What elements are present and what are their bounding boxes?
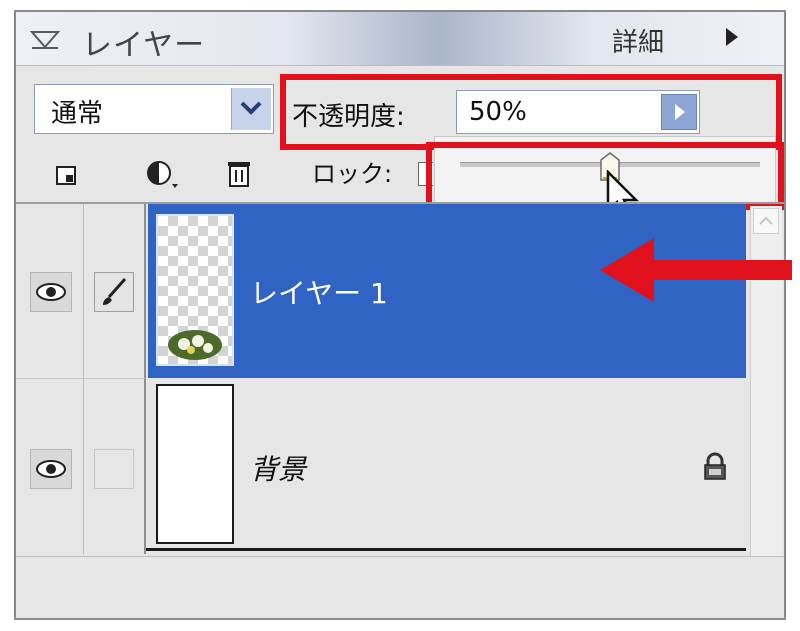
trash-icon[interactable] [226, 158, 252, 188]
new-layer-icon[interactable] [54, 162, 80, 188]
layer-edit-toggle[interactable] [94, 272, 134, 312]
panel-title: レイヤー [82, 28, 206, 63]
layer-row[interactable]: 背景 [16, 378, 746, 554]
slider-highlight-box [426, 142, 784, 210]
eye-icon [36, 460, 66, 478]
red-arrow-annotation [600, 238, 792, 302]
chevron-up-icon [759, 216, 773, 225]
layers-panel: レイヤー 詳細 通常 不透明度: 50% ロック: レイヤー 1 背景 [14, 10, 792, 620]
visibility-toggle[interactable] [30, 272, 72, 312]
panel-status-bar [16, 556, 784, 617]
blend-dropdown-button[interactable] [231, 88, 271, 130]
layer-area[interactable]: 背景 [148, 378, 746, 554]
lock-icon [704, 452, 726, 480]
blend-mode-select[interactable]: 通常 [34, 84, 274, 134]
layers-list-bottom-border [146, 548, 746, 551]
visibility-cell [16, 378, 84, 554]
chevron-down-icon [240, 101, 262, 115]
flower-image-icon [168, 330, 222, 360]
link-cell [84, 378, 146, 554]
layer-name: レイヤー 1 [250, 277, 388, 310]
visibility-cell [16, 204, 84, 378]
panel-title-bar: レイヤー 詳細 [16, 12, 784, 66]
collapse-triangle-icon[interactable] [30, 28, 60, 50]
layer-name: 背景 [250, 453, 307, 486]
adjustment-layer-icon[interactable] [144, 158, 182, 192]
brush-icon [103, 278, 127, 305]
layer-edit-toggle[interactable] [94, 449, 134, 489]
details-button[interactable]: 詳細 [612, 22, 664, 59]
eye-icon [36, 283, 66, 301]
layer-thumbnail [156, 214, 234, 366]
blend-mode-value: 通常 [51, 99, 104, 129]
layer-thumbnail [156, 384, 234, 544]
menu-arrow-icon[interactable] [724, 26, 740, 48]
lock-label: ロック: [312, 160, 393, 188]
scroll-up-button[interactable] [753, 208, 779, 234]
visibility-toggle[interactable] [30, 449, 72, 489]
link-cell [84, 204, 146, 378]
